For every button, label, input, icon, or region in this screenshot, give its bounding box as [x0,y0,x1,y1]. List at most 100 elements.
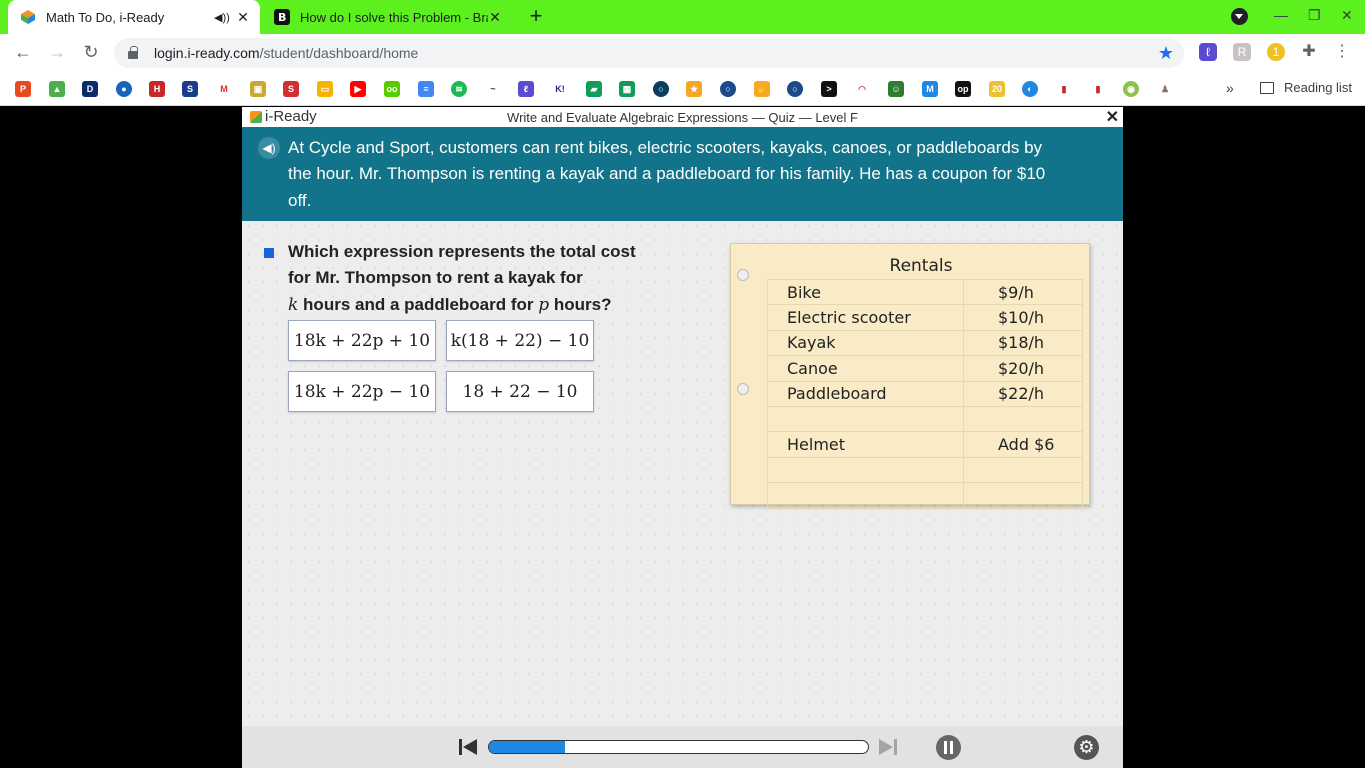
settings-gear-icon[interactable]: ⚙ [1074,735,1099,760]
problem-prompt: ◀) At Cycle and Sport, customers can ren… [242,127,1123,221]
rental-row: Electric scooter $10/h [767,304,1083,331]
url-text: login.i-ready.com/student/dashboard/home [154,45,418,61]
bookmark-figure-icon[interactable]: ♟ [1157,81,1173,97]
reload-icon[interactable]: ↻ [80,42,102,63]
duolingo-icon[interactable]: oo [384,81,400,97]
rental-price: $9/h [963,278,1083,306]
bookmark-circle3-icon[interactable]: ○ [787,81,803,97]
extension-l-icon[interactable]: ℓ [1199,43,1217,61]
bookmark-s-red-icon[interactable]: S [283,81,299,97]
question-part-3: hours? [553,294,612,314]
answer-choice-1[interactable]: 18k + 22p + 10 [288,320,436,361]
bookmark-classroom-icon[interactable]: ▣ [250,81,266,97]
bookmark-circle2-icon[interactable]: ○ [720,81,736,97]
question-marker [264,248,274,258]
rental-item [767,405,964,433]
bookmark-terminal-icon[interactable]: > [821,81,837,97]
answer-choice-3[interactable]: 18k + 22p − 10 [288,371,436,412]
question-part-2: hours and a paddleboard for [303,294,534,314]
rental-row: Kayak $18/h [767,329,1083,357]
bookmark-iready-icon[interactable]: ▲ [49,81,65,97]
extension-r-icon[interactable]: R [1233,43,1251,61]
read-aloud-speaker-icon[interactable]: ◀) [258,137,280,159]
bookmark-ball-icon[interactable]: ◐ [1022,81,1038,97]
rentals-card: Rentals Bike $9/h Electric scooter $10/h Kay… [730,243,1090,509]
bookmark-character-icon[interactable]: ☺ [888,81,904,97]
rental-price: $20/h [963,355,1083,382]
app-header: i-Ready Write and Evaluate Algebraic Exp… [242,107,1123,127]
bookmark-star-icon[interactable]: ★ [1158,43,1174,64]
bookmark-location-icon[interactable]: ● [116,81,132,97]
close-quiz-icon[interactable]: ✕ [1106,107,1119,127]
bookmark-m-icon[interactable]: M [922,81,938,97]
tab-search-icon[interactable] [1231,8,1248,25]
bookmark-star-orange-icon[interactable]: ★ [686,81,702,97]
spotify-icon[interactable]: ≋ [451,81,467,97]
close-tab-icon[interactable]: ✕ [236,9,250,26]
youtube-icon[interactable]: ▶ [350,81,366,97]
bookmark-l-icon[interactable]: ℓ [518,81,534,97]
tab-title: Math To Do, i-Ready [46,9,165,25]
restore-icon[interactable]: ❐ [1308,7,1321,24]
bookmark-avocado-icon[interactable]: ◉ [1123,81,1139,97]
bookmark-nba2-icon[interactable]: ▮ [1090,81,1106,97]
extensions-puzzle-icon[interactable]: ✚ [1300,43,1318,61]
google-slides-icon[interactable]: ▭ [317,81,333,97]
answer-choice-2[interactable]: k(18 + 22) − 10 [446,320,594,361]
tab-strip: Math To Do, i-Ready ◀)) ✕ B How do I sol… [0,0,1365,34]
rental-price [963,405,1083,433]
progress-fill [489,741,565,753]
previous-icon[interactable] [458,738,478,756]
kahoot-icon[interactable]: K! [552,81,568,97]
variable-p: p [538,294,550,315]
rental-row [767,405,1083,433]
back-arrow-icon[interactable]: ← [12,42,34,63]
bookmark-sis-icon[interactable]: S [182,81,198,97]
bookmark-wave-icon[interactable]: ~ [485,81,501,97]
speaker-mute-icon[interactable]: ◀)) [214,11,230,24]
new-tab-plus-icon[interactable]: + [524,5,548,29]
pause-icon[interactable] [936,735,961,760]
chrome-menu-icon[interactable]: ⋮ [1333,43,1351,61]
google-sheets-icon[interactable]: ▦ [619,81,635,97]
rental-row: Helmet Add $6 [767,431,1083,458]
svg-text:B: B [278,11,286,24]
question-text: Which expression represents the total co… [288,239,648,318]
bookmark-d-icon[interactable]: D [82,81,98,97]
bookmark-red-icon[interactable]: H [149,81,165,97]
bookmark-p-icon[interactable]: P [15,81,31,97]
reading-list-button[interactable]: Reading list [1260,80,1352,95]
reading-list-icon [1260,81,1274,94]
forward-arrow-icon[interactable]: → [46,42,68,63]
window-close-icon[interactable]: ✕ [1341,7,1353,24]
tab-brainly[interactable]: B How do I solve this Problem - Bra ✕ [262,0,512,34]
google-chat-icon[interactable]: ▰ [586,81,602,97]
rental-price [963,482,1083,509]
rental-item: Electric scooter [767,304,964,331]
bookmark-hand-icon[interactable]: ✋ [754,81,770,97]
rental-row [767,456,1083,484]
rental-item: Bike [767,278,964,306]
google-docs-icon[interactable]: ≡ [418,81,434,97]
rental-row: Bike $9/h [767,278,1083,306]
bookmark-circle-icon[interactable]: ○ [653,81,669,97]
next-icon[interactable] [878,738,898,756]
gmail-icon[interactable]: M [216,81,232,97]
address-bar[interactable]: login.i-ready.com/student/dashboard/home… [114,38,1184,68]
prompt-text: At Cycle and Sport, customers can rent b… [288,138,1046,210]
extension-badge-icon[interactable]: 1 [1267,43,1285,61]
answer-choice-4[interactable]: 18 + 22 − 10 [446,371,594,412]
rental-row: Paddleboard $22/h [767,380,1083,407]
bookmark-rainbow-icon[interactable]: ◠ [854,81,870,97]
bookmarks-bar: P ▲ D ● H S M ▣ S ▭ ▶ oo ≡ ≋ ~ ℓ K! ▰ ▦ … [0,72,1365,106]
bookmark-2048-icon[interactable]: 20 [989,81,1005,97]
bookmark-nba-icon[interactable]: ▮ [1056,81,1072,97]
bookmark-op-icon[interactable]: op [955,81,971,97]
url-path: /student/dashboard/home [259,45,419,61]
minimize-icon[interactable]: — [1274,7,1288,23]
tab-iready[interactable]: Math To Do, i-Ready ◀)) ✕ [8,0,260,34]
bookmarks-overflow-icon[interactable]: » [1226,80,1234,96]
rentals-table: Bike $9/h Electric scooter $10/h Kayak $18/h C… [767,278,1083,509]
rental-price: Add $6 [963,431,1083,458]
close-tab-icon[interactable]: ✕ [488,9,502,26]
